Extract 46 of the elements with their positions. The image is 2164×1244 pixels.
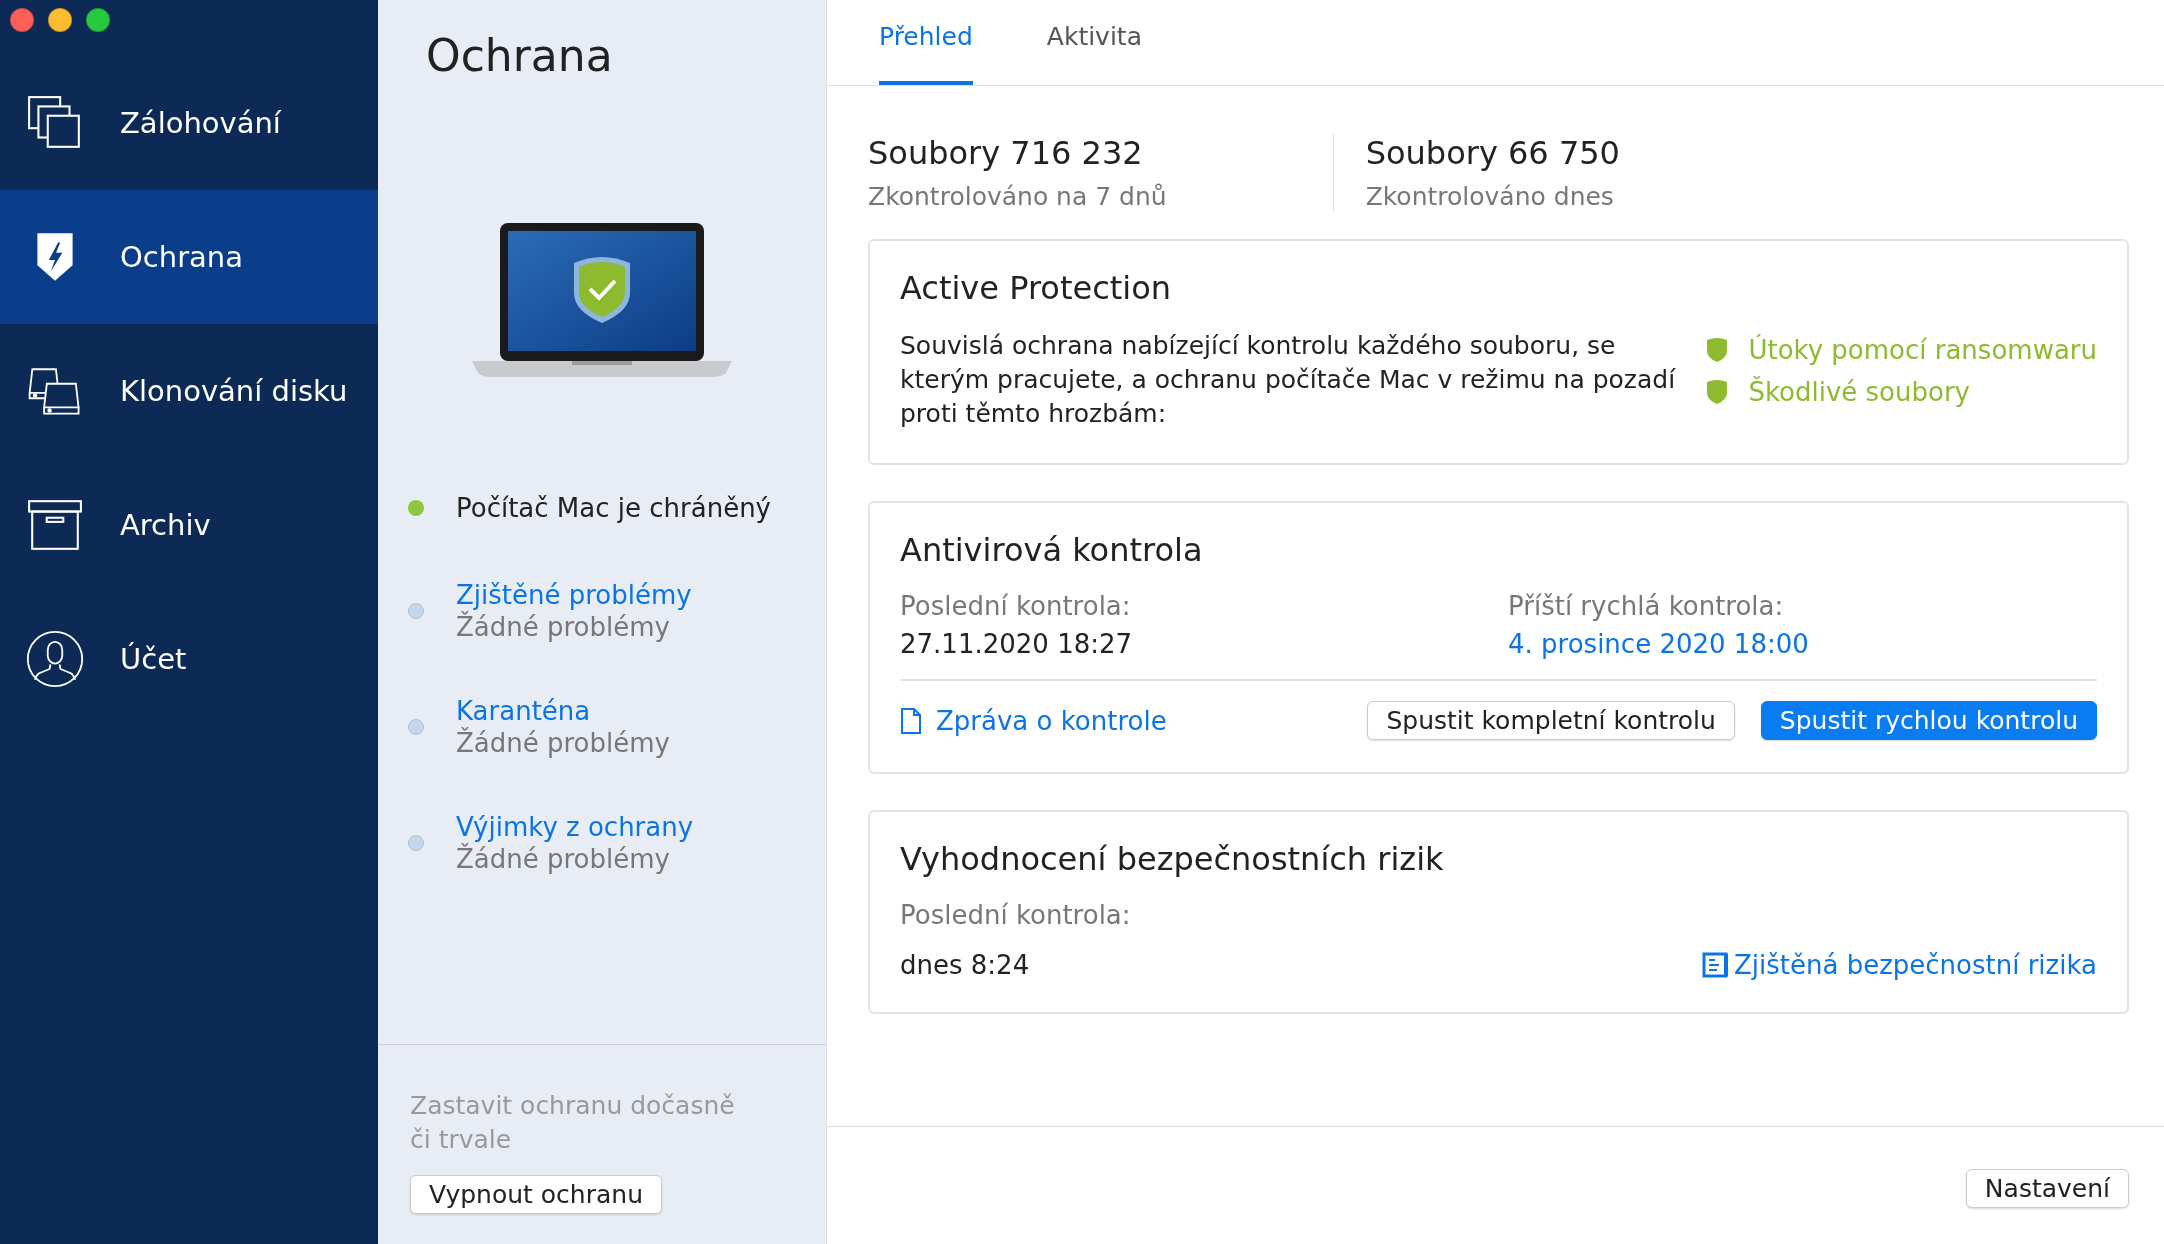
stat-caption: Zkontrolováno na 7 dnů (868, 182, 1167, 211)
disable-protection-button[interactable]: Vypnout ochranu (410, 1175, 662, 1214)
status-subtitle: Žádné problémy (456, 612, 671, 642)
window-zoom-button[interactable] (86, 8, 110, 32)
sidebar-item[interactable]: Zálohování (0, 56, 378, 190)
document-icon (900, 706, 922, 735)
panel-title: Ochrana (426, 30, 614, 81)
tab[interactable]: Přehled (879, 0, 973, 85)
sidebar-item[interactable]: Archiv (0, 458, 378, 592)
field-value: 27.11.2020 18:27 (900, 629, 1134, 659)
threat-label: Škodlivé soubory (1748, 377, 1970, 407)
shield-icon (1706, 379, 1729, 405)
card-title: Antivirová kontrola (900, 531, 1204, 569)
stat-value: Soubory 716 232 (868, 134, 1144, 172)
user-avatar-icon (26, 630, 84, 688)
field-label: Poslední kontrola: (900, 900, 1132, 930)
report-link[interactable]: Zpráva o kontrole (936, 705, 1167, 736)
status-subtitle: Žádné problémy (456, 844, 671, 874)
stat-value: Soubory 66 750 (1365, 134, 1620, 172)
quick-scan-button[interactable]: Spustit rychlou kontrolu (1760, 701, 2097, 740)
sidebar-item[interactable]: Ochrana (0, 190, 378, 324)
status-subtitle: Žádné problémy (456, 728, 670, 758)
window-minimize-button[interactable] (48, 8, 72, 32)
protection-status: Počítač Mac je chráněný (456, 493, 771, 523)
report-book-icon (1701, 951, 1730, 979)
field-label: Poslední kontrola: (900, 591, 1132, 621)
risk-link[interactable]: Zjištěná bezpečnostní rizika (1733, 950, 2097, 980)
card-description: Souvislá ochrana nabízející kontrolu každého souboru, se kterým pracujete, a ochranu počítače Mac v režimu na pozadí proti těmto hrozbám: (900, 330, 1677, 430)
settings-button[interactable]: Nastavení (1965, 1169, 2129, 1208)
field-label: Příští rychlá kontrola: (1508, 591, 1785, 621)
next-scan-link[interactable]: 4. prosince 2020 18:00 (1508, 629, 2097, 659)
status-link[interactable]: Zjištěné problémy (456, 580, 692, 610)
disable-hint: Zastavit ochranu dočasně či trvale (410, 1090, 736, 1156)
window-close-button[interactable] (10, 8, 34, 32)
status-link[interactable]: Karanténa (456, 696, 670, 726)
status-link[interactable]: Výjimky z ochrany (456, 812, 694, 842)
stat-caption: Zkontrolováno dnes (1365, 182, 1615, 211)
shield-icon (1706, 337, 1729, 363)
full-scan-button[interactable]: Spustit kompletní kontrolu (1367, 701, 1735, 740)
tab[interactable]: Aktivita (1046, 0, 1142, 85)
field-value: dnes 8:24 (900, 950, 1030, 980)
sidebar-item[interactable]: Účet (0, 592, 378, 726)
sidebar-item[interactable]: Klonování disku (0, 324, 378, 458)
threat-label: Útoky pomocí ransomwaru (1748, 335, 2097, 365)
card-title: Vyhodnocení bezpečnostních rizik (900, 840, 1445, 878)
card-title: Active Protection (900, 269, 1173, 307)
